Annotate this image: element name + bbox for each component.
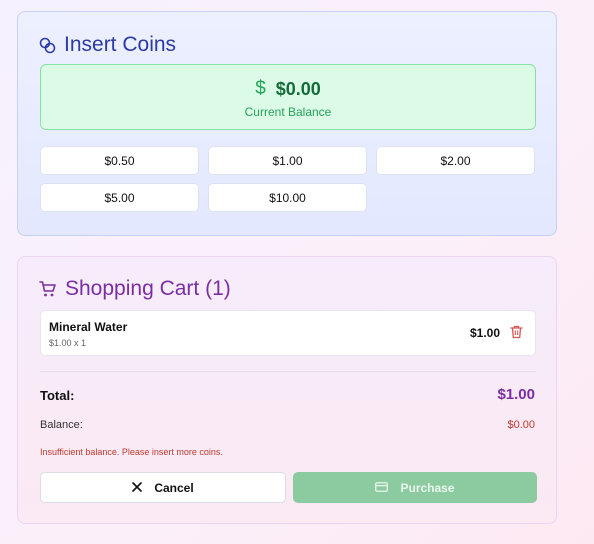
cancel-button-label: Cancel (154, 480, 194, 495)
coins-icon (39, 37, 56, 54)
current-balance-box: $ $0.00 Current Balance (40, 64, 536, 130)
total-value: $1.00 (497, 386, 535, 403)
purchase-button-label: Purchase (400, 480, 455, 495)
coin-button-0-50[interactable]: $0.50 (40, 146, 199, 175)
insufficient-balance-warning: Insufficient balance. Please insert more… (40, 447, 223, 457)
shopping-cart-panel: Shopping Cart (1) Mineral Water $1.00 x … (17, 256, 557, 524)
credit-card-icon (375, 481, 389, 495)
trash-icon[interactable] (510, 325, 523, 344)
current-balance-label: Current Balance (244, 105, 332, 119)
coin-button-2-00[interactable]: $2.00 (376, 146, 535, 175)
cart-divider (40, 371, 536, 372)
shopping-cart-icon (39, 280, 57, 298)
insert-coins-panel: Insert Coins $ $0.00 Current Balance $0.… (17, 11, 557, 236)
balance-value: $0.00 (507, 419, 535, 431)
total-label: Total: (40, 388, 75, 403)
cancel-button[interactable]: Cancel (40, 472, 286, 503)
coin-button-10-00[interactable]: $10.00 (208, 183, 367, 212)
insert-coins-heading: Insert Coins (39, 33, 176, 57)
shopping-cart-heading: Shopping Cart (1) (39, 277, 231, 301)
cart-item-price: $1.00 (469, 326, 500, 340)
dollar-icon: $ (255, 78, 266, 99)
close-icon (132, 481, 143, 495)
insert-coins-title: Insert Coins (64, 33, 177, 56)
current-balance-amount: $0.00 (275, 78, 321, 99)
purchase-button[interactable]: Purchase (293, 472, 537, 503)
coin-button-1-00[interactable]: $1.00 (208, 146, 367, 175)
balance-label: Balance: (40, 419, 83, 431)
shopping-cart-title: Shopping Cart (1) (65, 277, 231, 300)
coin-button-5-00[interactable]: $5.00 (40, 183, 199, 212)
cart-item-name: Mineral Water (49, 320, 128, 334)
cart-item: Mineral Water $1.00 x 1 $1.00 (40, 310, 536, 356)
cart-item-detail: $1.00 x 1 (49, 338, 87, 348)
